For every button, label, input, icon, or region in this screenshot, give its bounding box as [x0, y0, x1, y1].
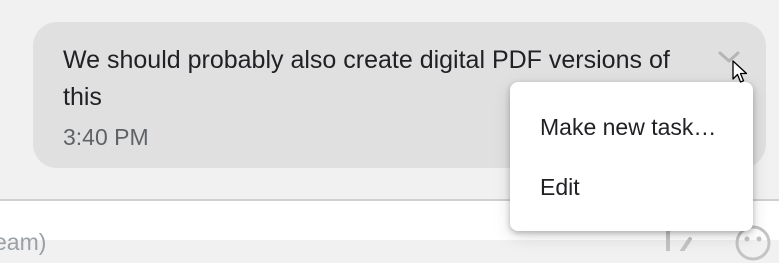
- message-context-menu: Make new task… Edit: [510, 82, 753, 231]
- mouse-pointer-icon: [732, 60, 748, 83]
- menu-item-label: Edit: [540, 173, 580, 200]
- compose-placeholder: eam): [0, 229, 47, 255]
- message-timestamp: 3:40 PM: [63, 124, 149, 150]
- menu-item-edit[interactable]: Edit: [510, 157, 753, 217]
- menu-item-make-new-task[interactable]: Make new task…: [510, 97, 753, 157]
- menu-item-label: Make new task…: [540, 113, 717, 140]
